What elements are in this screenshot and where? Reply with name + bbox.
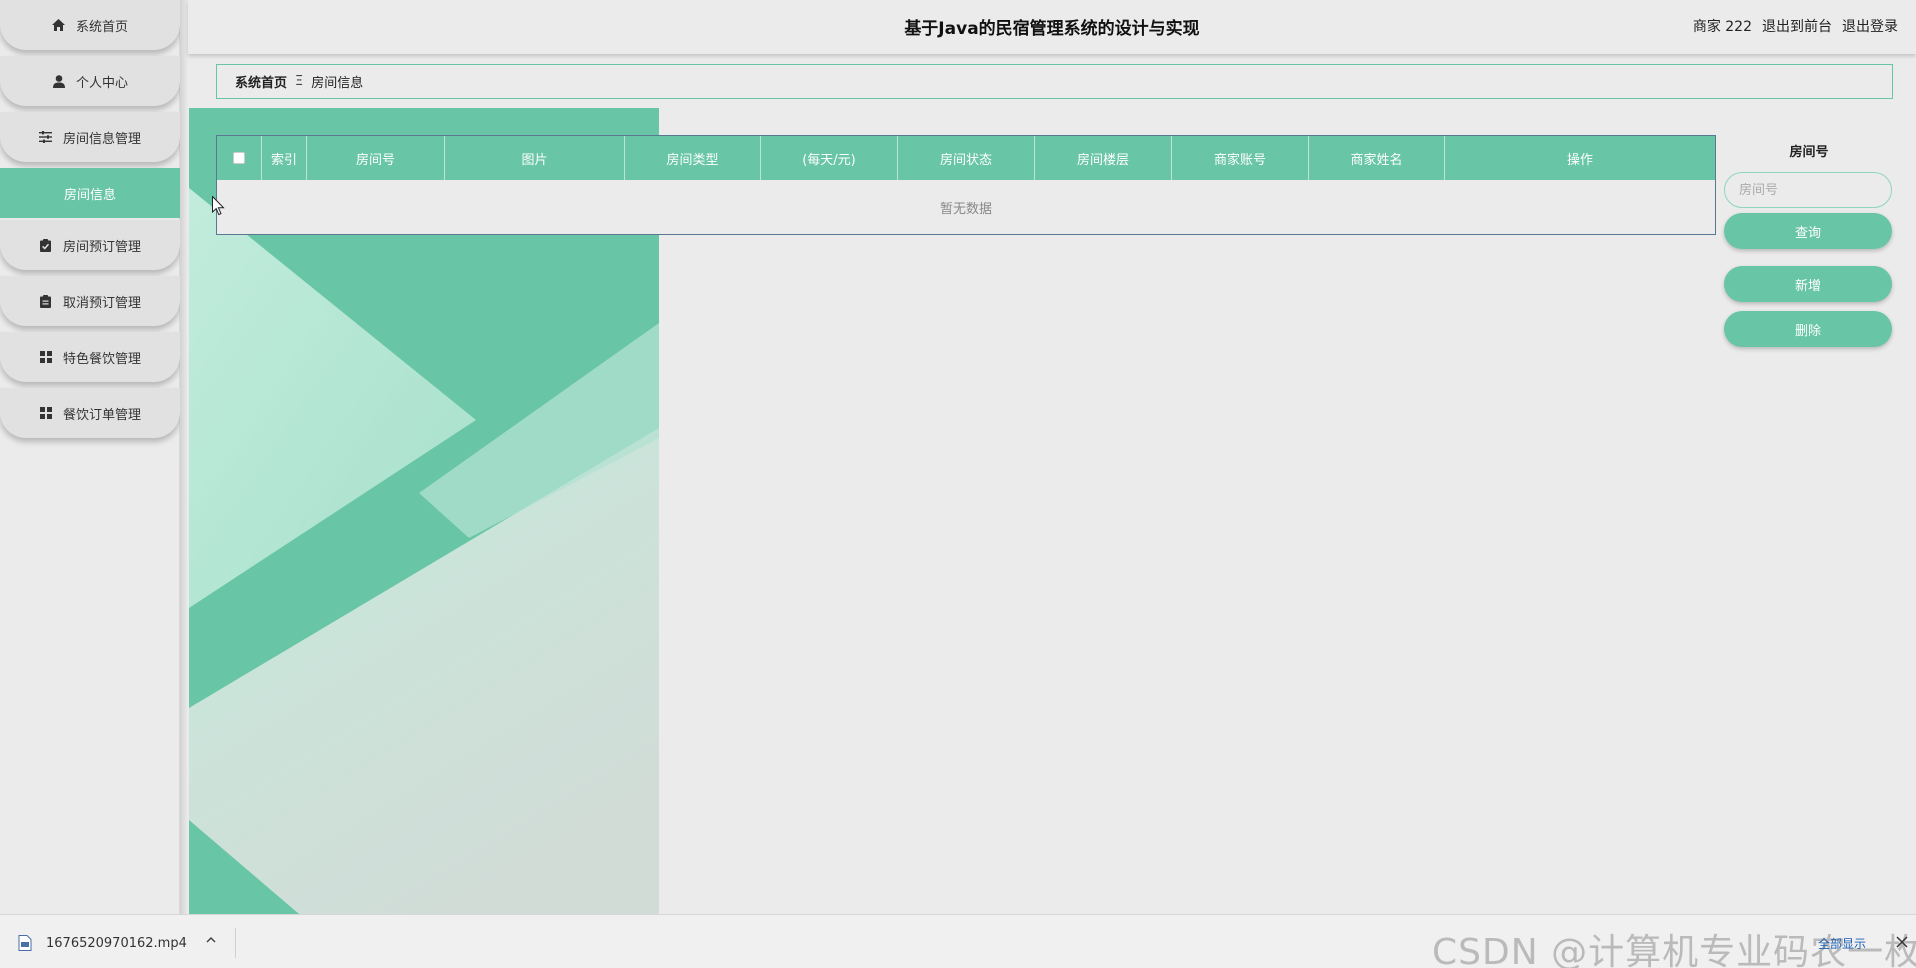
room-number-search-input[interactable] bbox=[1724, 172, 1892, 208]
sidebar-divider bbox=[180, 0, 188, 914]
app-title: 基于Java的民宿管理系统的设计与实现 bbox=[904, 19, 1200, 39]
sidebar-item-label: 取消预订管理 bbox=[62, 295, 141, 311]
select-all-checkbox[interactable] bbox=[233, 152, 245, 164]
home-icon bbox=[52, 18, 66, 32]
column-header-room-type[interactable]: 房间类型 bbox=[625, 136, 761, 180]
sidebar-item-room-info[interactable]: 房间信息 bbox=[0, 168, 180, 218]
column-header-room-number[interactable]: 房间号 bbox=[307, 136, 445, 180]
grid-icon bbox=[39, 350, 53, 364]
breadcrumb-current: 房间信息 bbox=[311, 76, 364, 91]
column-header-merchant-name[interactable]: 商家姓名 bbox=[1309, 136, 1445, 180]
header-user-area: 商家 222 退出到前台 退出登录 bbox=[1693, 16, 1898, 36]
sidebar-item-label: 房间信息管理 bbox=[62, 131, 141, 147]
download-item[interactable]: 1676520970162.mp4 bbox=[18, 928, 236, 958]
room-info-table: 索引 房间号 图片 房间类型 (每天/元) 房间状态 房间楼层 商家账号 商家姓… bbox=[216, 135, 1716, 235]
search-panel: 房间号 查询 新增 删除 bbox=[1724, 142, 1894, 347]
select-all-checkbox-cell bbox=[217, 136, 262, 180]
breadcrumb: 系统首页 Ξ 房间信息 bbox=[216, 64, 1893, 99]
query-button[interactable]: 查询 bbox=[1724, 213, 1892, 249]
column-header-merchant-account[interactable]: 商家账号 bbox=[1172, 136, 1309, 180]
sidebar-item-label: 特色餐饮管理 bbox=[62, 351, 141, 367]
breadcrumb-home[interactable]: 系统首页 bbox=[235, 72, 287, 91]
download-bar: 1676520970162.mp4 CSDN @计算机专业码农一枚 全部显示 bbox=[0, 914, 1916, 968]
logout-link[interactable]: 退出登录 bbox=[1842, 16, 1898, 36]
chevron-up-icon[interactable] bbox=[205, 934, 217, 950]
sidebar-item-dining-order-management[interactable]: 餐饮订单管理 bbox=[0, 388, 180, 438]
sidebar-item-room-info-management[interactable]: 房间信息管理 bbox=[0, 112, 180, 162]
column-header-price[interactable]: (每天/元) bbox=[761, 136, 898, 180]
breadcrumb-separator: Ξ bbox=[295, 74, 304, 89]
sidebar-item-label: 个人中心 bbox=[75, 75, 128, 91]
clipboard-icon bbox=[39, 294, 53, 308]
column-header-actions: 操作 bbox=[1566, 152, 1593, 168]
show-all-downloads-link[interactable]: 全部显示 bbox=[1818, 935, 1866, 952]
grid-icon bbox=[39, 406, 53, 420]
sidebar-item-personal-center[interactable]: 个人中心 bbox=[0, 56, 180, 106]
table-empty-text: 暂无数据 bbox=[939, 201, 992, 217]
delete-button[interactable]: 删除 bbox=[1724, 311, 1892, 347]
sidebar-item-label: 房间预订管理 bbox=[62, 239, 141, 255]
table-header: 索引 房间号 图片 房间类型 (每天/元) 房间状态 房间楼层 商家账号 商家姓… bbox=[217, 136, 1715, 180]
clipboard-check-icon bbox=[39, 238, 53, 252]
file-icon bbox=[18, 935, 32, 951]
column-header-room-status[interactable]: 房间状态 bbox=[898, 136, 1035, 180]
sliders-icon bbox=[39, 130, 53, 144]
search-label: 房间号 bbox=[1789, 145, 1829, 160]
download-file-name: 1676520970162.mp4 bbox=[46, 935, 187, 951]
column-header-room-floor[interactable]: 房间楼层 bbox=[1035, 136, 1172, 180]
column-header-image: 图片 bbox=[445, 136, 625, 180]
sidebar-item-home[interactable]: 系统首页 bbox=[0, 0, 180, 50]
sidebar-item-label: 餐饮订单管理 bbox=[62, 407, 141, 423]
top-header: 基于Java的民宿管理系统的设计与实现 商家 222 退出到前台 退出登录 bbox=[188, 0, 1916, 54]
sidebar-item-label: 系统首页 bbox=[75, 19, 128, 35]
column-header-index: 索引 bbox=[262, 136, 307, 180]
add-button[interactable]: 新增 bbox=[1724, 266, 1892, 302]
user-label: 商家 222 bbox=[1692, 19, 1752, 35]
user-icon bbox=[52, 74, 66, 88]
sidebar-item-room-booking-management[interactable]: 房间预订管理 bbox=[0, 220, 180, 270]
exit-to-front-link[interactable]: 退出到前台 bbox=[1762, 16, 1832, 36]
sidebar: 系统首页 个人中心 房间信息管理 房间信息 房间预订管理 取消预订管理 特色餐饮… bbox=[0, 0, 180, 914]
sidebar-item-cancel-booking-management[interactable]: 取消预订管理 bbox=[0, 276, 180, 326]
sidebar-item-label: 房间信息 bbox=[64, 187, 117, 203]
close-icon[interactable] bbox=[1896, 933, 1908, 952]
mouse-cursor-icon bbox=[212, 195, 225, 221]
sidebar-item-dining-management[interactable]: 特色餐饮管理 bbox=[0, 332, 180, 382]
